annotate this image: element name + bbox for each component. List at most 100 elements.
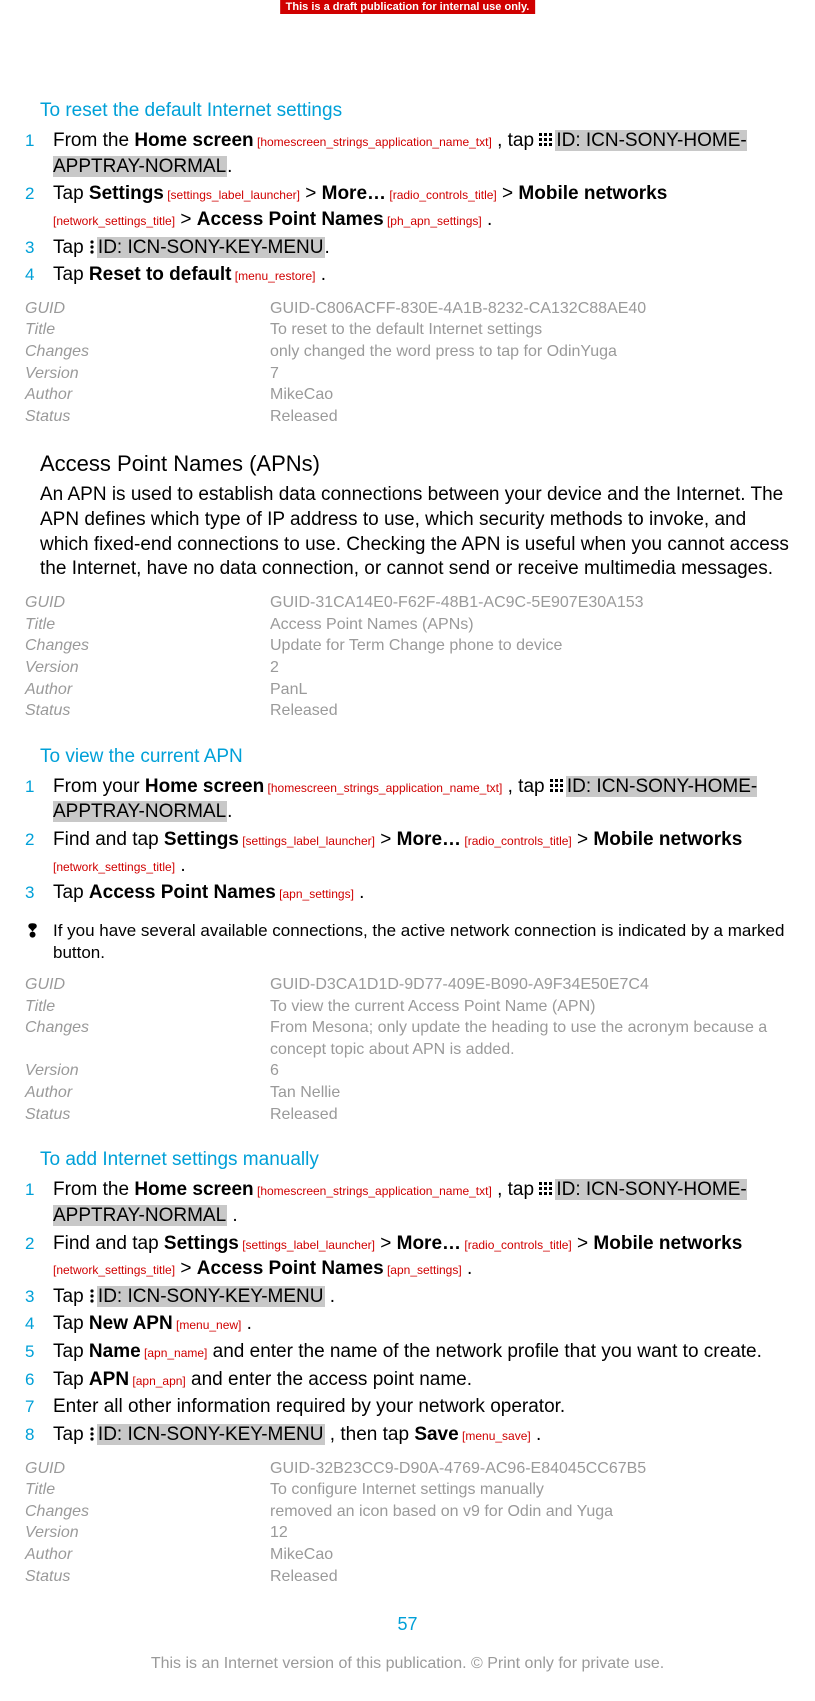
step: 2 Tap Settings [settings_label_launcher]… xyxy=(25,181,790,232)
ref: [network_settings_title] xyxy=(53,860,175,874)
meta-val: GUID-C806ACFF-830E-4A1B-8232-CA132C88AE4… xyxy=(270,298,790,320)
meta-val: GUID-D3CA1D1D-9D77-409E-B090-A9F34E50E7C… xyxy=(270,974,790,996)
bold: More… xyxy=(322,183,386,204)
steps-view-apn: 1 From your Home screen [homescreen_stri… xyxy=(25,774,790,906)
bold: Access Point Names xyxy=(197,209,384,230)
meta-val: GUID-32B23CC9-D90A-4769-AC96-E84045CC67B… xyxy=(270,1458,790,1480)
step-number: 2 xyxy=(25,827,53,852)
step-number: 7 xyxy=(25,1394,53,1419)
meta-val: Released xyxy=(270,1104,790,1126)
text: > xyxy=(572,1233,594,1254)
text: , tap xyxy=(492,130,540,151)
ref: [apn_apn] xyxy=(129,1374,186,1388)
bold: Save xyxy=(414,1424,458,1445)
meta-key: Changes xyxy=(25,1017,270,1060)
step: 4 Tap Reset to default [menu_restore] . xyxy=(25,262,790,288)
bold: Name xyxy=(89,1341,141,1362)
text: From the xyxy=(53,1179,134,1200)
text: Tap xyxy=(53,882,89,903)
step-number: 1 xyxy=(25,1177,53,1202)
bold: Home screen xyxy=(134,130,253,151)
menu-key-icon xyxy=(89,240,95,254)
meta-val: GUID-31CA14E0-F62F-48B1-AC9C-5E907E30A15… xyxy=(270,592,790,614)
footer: 57 This is an Internet version of this p… xyxy=(0,1614,815,1673)
meta-key: Version xyxy=(25,363,270,385)
meta-val: only changed the word press to tap for O… xyxy=(270,341,790,363)
meta-val: Released xyxy=(270,1566,790,1588)
ref: [homescreen_strings_application_name_txt… xyxy=(254,1184,492,1198)
meta-key: Author xyxy=(25,1082,270,1104)
text: From the xyxy=(53,130,134,151)
step: 1 From the Home screen [homescreen_strin… xyxy=(25,1177,790,1228)
section-title-view-apn: To view the current APN xyxy=(40,746,790,768)
ref: [apn_settings] xyxy=(384,1263,462,1277)
meta-key: Title xyxy=(25,996,270,1018)
ref: [radio_controls_title] xyxy=(461,834,572,848)
meta-val: MikeCao xyxy=(270,384,790,406)
meta-key: Status xyxy=(25,1104,270,1126)
meta-val: To configure Internet settings manually xyxy=(270,1479,790,1501)
text: . xyxy=(325,1286,336,1307)
step: 2 Find and tap Settings [settings_label_… xyxy=(25,827,790,878)
meta-key: Author xyxy=(25,679,270,701)
bold: Settings xyxy=(89,183,164,204)
ref: [radio_controls_title] xyxy=(386,188,497,202)
meta-key: GUID xyxy=(25,592,270,614)
ref: [apn_settings] xyxy=(276,887,354,901)
step: 6 Tap APN [apn_apn] and enter the access… xyxy=(25,1367,790,1393)
bold: Settings xyxy=(164,1233,239,1254)
text: > xyxy=(175,209,197,230)
step: 1 From your Home screen [homescreen_stri… xyxy=(25,774,790,825)
step-number: 2 xyxy=(25,181,53,206)
step-number: 3 xyxy=(25,880,53,905)
ref: [homescreen_strings_application_name_txt… xyxy=(264,781,502,795)
ref: [network_settings_title] xyxy=(53,1263,175,1277)
step: 3 Tap ID: ICN-SONY-KEY-MENU. xyxy=(25,235,790,261)
text: and enter the name of the network profil… xyxy=(207,1341,762,1362)
ref: [radio_controls_title] xyxy=(461,1238,572,1252)
step-number: 3 xyxy=(25,1284,53,1309)
text: . xyxy=(316,264,327,285)
meta-block: GUIDGUID-31CA14E0-F62F-48B1-AC9C-5E907E3… xyxy=(25,592,790,722)
meta-key: Changes xyxy=(25,635,270,657)
menu-key-icon xyxy=(89,1289,95,1303)
text: Tap xyxy=(53,1286,89,1307)
note-icon: ❢ xyxy=(25,920,53,943)
text: . xyxy=(354,882,365,903)
bold: More… xyxy=(397,1233,461,1254)
meta-block: GUIDGUID-32B23CC9-D90A-4769-AC96-E84045C… xyxy=(25,1458,790,1588)
text: Tap xyxy=(53,264,89,285)
section-title-reset: To reset the default Internet settings xyxy=(40,100,790,122)
meta-key: Status xyxy=(25,700,270,722)
text: . xyxy=(175,855,186,876)
meta-key: GUID xyxy=(25,298,270,320)
text: Tap xyxy=(53,1313,89,1334)
step-number: 8 xyxy=(25,1422,53,1447)
text: . xyxy=(227,801,232,822)
text: , tap xyxy=(492,1179,540,1200)
meta-val: PanL xyxy=(270,679,790,701)
meta-key: Author xyxy=(25,384,270,406)
text: Tap xyxy=(53,1424,89,1445)
text: . xyxy=(462,1258,473,1279)
ref: [network_settings_title] xyxy=(53,214,175,228)
bold: Home screen xyxy=(134,1179,253,1200)
page-number: 57 xyxy=(0,1614,815,1635)
step-number: 6 xyxy=(25,1367,53,1392)
meta-val: Tan Nellie xyxy=(270,1082,790,1104)
apptray-grid-icon xyxy=(539,133,553,147)
step: 3 Tap Access Point Names [apn_settings] … xyxy=(25,880,790,906)
meta-key: Status xyxy=(25,1566,270,1588)
note-text: If you have several available connection… xyxy=(53,920,790,964)
text: . xyxy=(325,237,330,258)
meta-val: 7 xyxy=(270,363,790,385)
text: > xyxy=(375,829,397,850)
meta-key: Title xyxy=(25,319,270,341)
text: , then tap xyxy=(325,1424,415,1445)
text: > xyxy=(497,183,519,204)
meta-val: To view the current Access Point Name (A… xyxy=(270,996,790,1018)
text: . xyxy=(227,156,232,177)
meta-val: 12 xyxy=(270,1522,790,1544)
meta-val: Released xyxy=(270,406,790,428)
step-number: 5 xyxy=(25,1339,53,1364)
